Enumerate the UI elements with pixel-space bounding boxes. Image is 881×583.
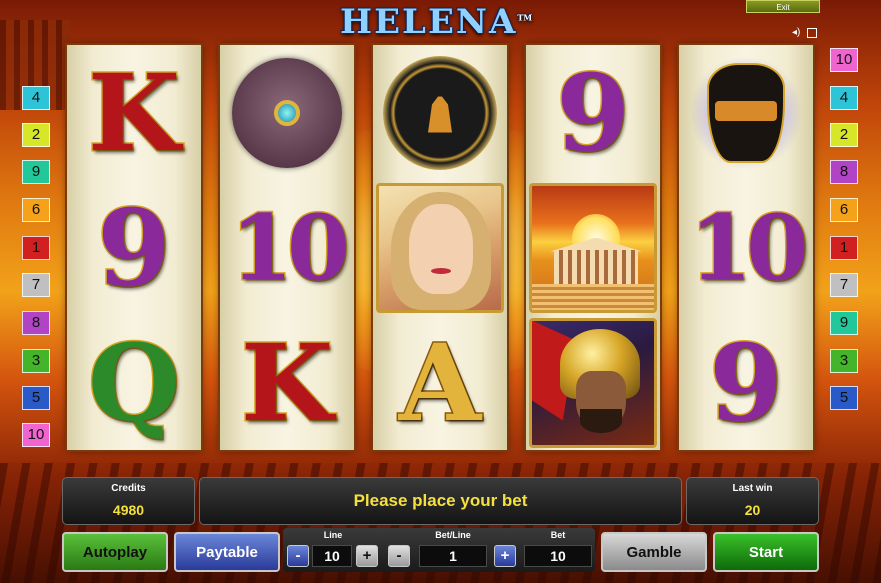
payline-badge-right[interactable]: 3 xyxy=(830,349,858,373)
gamble-button[interactable]: Gamble xyxy=(601,532,707,572)
payline-badge-right[interactable]: 10 xyxy=(830,48,858,72)
symbol-9: 9 xyxy=(555,49,632,175)
last-win-value: 20 xyxy=(744,502,761,518)
helena-portrait xyxy=(376,182,504,313)
payline-badge-right[interactable]: 7 xyxy=(830,273,858,297)
exit-button[interactable]: Exit xyxy=(746,0,820,13)
symbol-k: K xyxy=(239,319,334,445)
status-message: Please place your bet xyxy=(353,491,528,510)
payline-badge-right[interactable]: 8 xyxy=(830,160,858,184)
symbol-10: 10 xyxy=(229,194,351,301)
payline-badge-left[interactable]: 1 xyxy=(22,236,50,260)
symbol-9: 9 xyxy=(708,319,785,445)
payline-badge-left[interactable]: 5 xyxy=(22,386,50,410)
payline-badge-left[interactable]: 9 xyxy=(22,160,50,184)
symbol-10: 10 xyxy=(688,194,810,301)
greek-plate-icon xyxy=(383,55,497,170)
bet-per-line-increase-button[interactable]: + xyxy=(494,545,516,567)
payline-badge-left[interactable]: 8 xyxy=(22,311,50,335)
payline-badge-left[interactable]: 3 xyxy=(22,349,50,373)
temple-sunset-icon xyxy=(529,182,657,313)
payline-badge-right[interactable]: 9 xyxy=(830,311,858,335)
payline-badge-left[interactable]: 2 xyxy=(22,123,50,147)
message-panel: Please place your bet xyxy=(199,477,682,525)
reel-5: 10 9 xyxy=(679,45,813,450)
autoplay-button[interactable]: Autoplay xyxy=(62,532,168,572)
bet-value: 10 xyxy=(524,545,592,567)
line-value: 10 xyxy=(312,545,352,567)
payline-badge-left[interactable]: 4 xyxy=(22,86,50,110)
bet-per-line-value: 1 xyxy=(419,545,487,567)
symbol-bracelet xyxy=(220,45,354,180)
line-increase-button[interactable]: + xyxy=(356,545,378,567)
symbol-plate xyxy=(373,45,507,180)
payline-badge-right[interactable]: 5 xyxy=(830,386,858,410)
symbol-temple xyxy=(526,180,660,315)
bracelet-icon xyxy=(232,57,342,168)
symbol-a: A xyxy=(397,319,482,445)
last-win-panel: Last win 20 xyxy=(686,477,819,525)
payline-badge-right[interactable]: 6 xyxy=(830,198,858,222)
symbol-helena xyxy=(373,180,507,315)
payline-badge-left[interactable]: 7 xyxy=(22,273,50,297)
bet-per-line-decrease-button[interactable]: - xyxy=(388,545,410,567)
payline-badge-right[interactable]: 4 xyxy=(830,86,858,110)
payline-badge-right[interactable]: 2 xyxy=(830,123,858,147)
symbol-q: Q xyxy=(86,319,181,445)
reel-3: A xyxy=(373,45,507,450)
symbol-9: 9 xyxy=(96,184,173,310)
line-decrease-button[interactable]: - xyxy=(287,545,309,567)
payline-badge-left[interactable]: 6 xyxy=(22,198,50,222)
game-logo: HELENATM xyxy=(340,2,533,42)
payline-badge-left[interactable]: 10 xyxy=(22,423,50,447)
warrior-portrait xyxy=(529,317,657,448)
symbol-amphora xyxy=(679,45,813,180)
credits-label: Credits xyxy=(111,483,146,494)
speaker-icon[interactable]: ◂) xyxy=(792,28,802,38)
reel-2: 10 K xyxy=(220,45,354,450)
amphora-icon xyxy=(691,53,801,172)
symbol-warrior xyxy=(526,315,660,450)
symbol-k: K xyxy=(86,49,181,175)
reel-4: 9 xyxy=(526,45,660,450)
credits-value: 4980 xyxy=(112,502,145,518)
reel-1: K 9 Q xyxy=(67,45,201,450)
payline-badge-right[interactable]: 1 xyxy=(830,236,858,260)
paytable-button[interactable]: Paytable xyxy=(174,532,280,572)
line-label: Line xyxy=(323,530,343,540)
bet-per-line-label: Bet/Line xyxy=(435,530,471,540)
last-win-label: Last win xyxy=(732,483,773,494)
bet-label: Bet xyxy=(550,530,566,540)
start-button[interactable]: Start xyxy=(713,532,819,572)
fullscreen-icon[interactable] xyxy=(807,28,817,38)
credits-panel: Credits 4980 xyxy=(62,477,195,525)
